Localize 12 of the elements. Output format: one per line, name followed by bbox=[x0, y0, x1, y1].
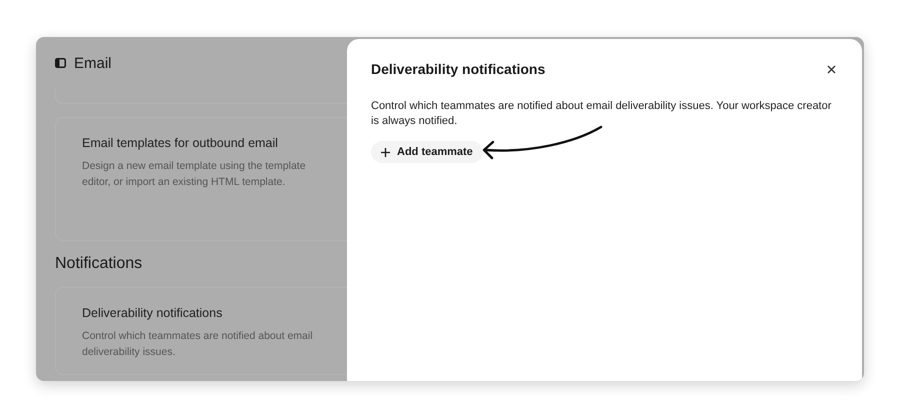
section-heading: Notifications bbox=[55, 255, 144, 273]
panel-description: Control which teammates are notified about email deliverability issues. Your workspace creator is always notified. bbox=[371, 99, 832, 129]
panel-title: Deliverability notifications bbox=[371, 61, 546, 77]
add-teammate-button[interactable]: Add teammate bbox=[371, 141, 483, 163]
card-title: Deliverability notifications bbox=[82, 306, 224, 320]
card-title: Email templates for outbound email bbox=[82, 136, 279, 150]
card-description: Design a new email template using the template editor, or import an existing HTML template. bbox=[82, 159, 307, 190]
sidebar-toggle-icon[interactable] bbox=[55, 58, 66, 68]
close-button[interactable] bbox=[825, 62, 838, 76]
card-description: Control which teammates are notified about email deliverability issues. bbox=[82, 329, 314, 360]
plus-icon bbox=[381, 148, 390, 156]
page-title: Email bbox=[74, 54, 112, 72]
